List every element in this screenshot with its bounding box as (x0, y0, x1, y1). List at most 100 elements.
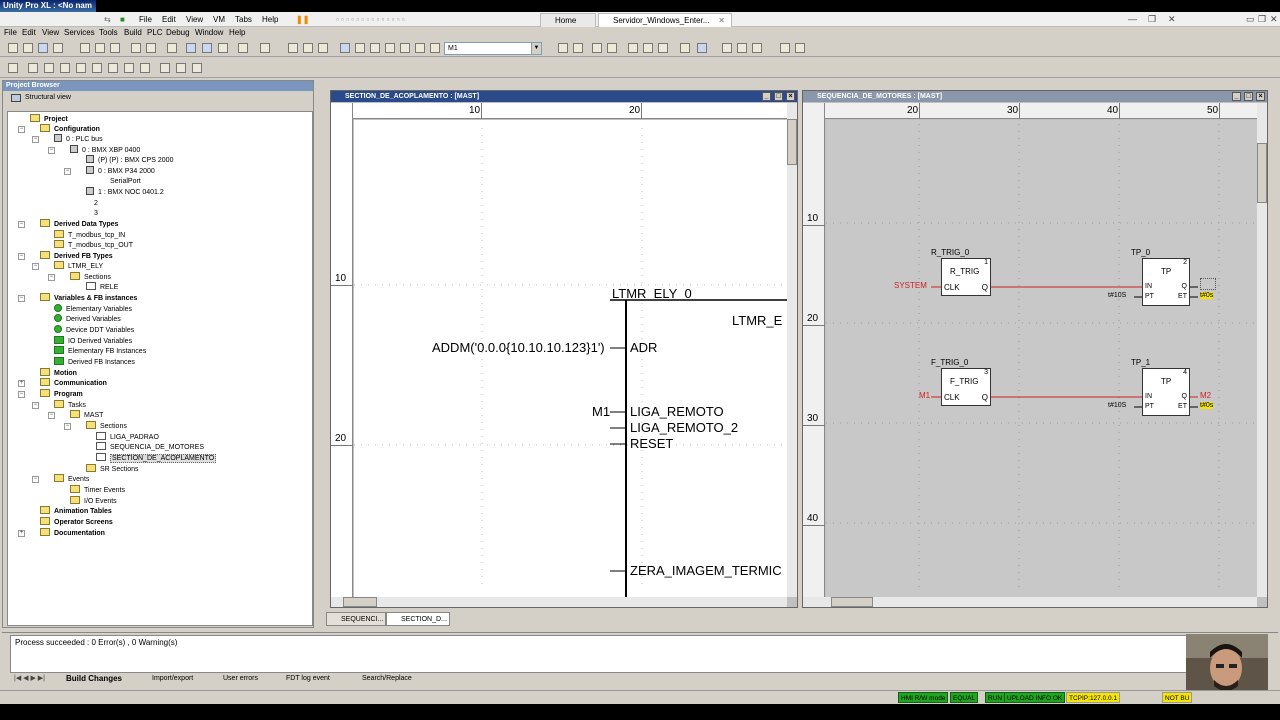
tree-node-communication[interactable]: Communication (40, 378, 107, 388)
window-maximize-icon[interactable]: □ (774, 92, 783, 101)
tree-node-mast[interactable]: MAST (70, 410, 103, 420)
restore-icon[interactable]: ❐ (1148, 12, 1156, 27)
tree-node-operator-screens[interactable]: Operator Screens (40, 517, 113, 527)
menu-edit[interactable]: Edit (22, 27, 36, 39)
menu-window[interactable]: Window (195, 27, 223, 39)
m2-variable[interactable]: M2 (1200, 391, 1211, 400)
tree-node-io-derived[interactable]: IO Derived Variables (54, 336, 132, 346)
tree-node-derived-fb[interactable]: Derived FB Instances (54, 357, 135, 367)
toolbar-icon[interactable]: ▫ ▫ ▫ ▫ ▫ ▫ ▫ ▫ ▫ ▫ ▫ ▫ ▫ ▫ (336, 12, 405, 27)
pt-value[interactable]: t#10S (1108, 292, 1126, 299)
select-icon[interactable] (8, 63, 18, 73)
paste-icon[interactable] (110, 43, 120, 53)
fbd-tool-icon[interactable] (124, 63, 134, 73)
tool-icon[interactable] (680, 43, 690, 53)
tree-node-rack[interactable]: 0 : BMX XBP 0400 (70, 145, 140, 155)
build-icon[interactable] (186, 43, 196, 53)
app-menu-file[interactable]: File (139, 12, 152, 27)
fbd-canvas[interactable]: R_TRIG_0 R_TRIG 1 CLK Q SYSTEM TP_0 TP 2… (826, 120, 1257, 597)
tab-import-export[interactable]: Import/export (152, 673, 193, 684)
transfer-icon[interactable] (260, 43, 270, 53)
fbd-canvas[interactable]: LTMR_ELY_0 LTMR_E ADDM('0.0.0{10.10.10.1… (354, 120, 787, 597)
tree-node-documentation[interactable]: Documentation (40, 528, 105, 538)
pause-icon[interactable]: ❚❚ (296, 12, 309, 27)
tree-node-modbus-in[interactable]: T_modbus_tcp_IN (54, 230, 125, 240)
block-instance-label[interactable]: R_TRIG_0 (931, 248, 969, 257)
tree-node-animation-tables[interactable]: Animation Tables (40, 506, 112, 516)
collapse-icon[interactable]: − (48, 147, 55, 154)
open-icon[interactable] (23, 43, 33, 53)
system-variable[interactable]: SYSTEM (894, 281, 927, 290)
m1-variable[interactable]: M1 (592, 404, 610, 419)
menu-services[interactable]: Services (64, 27, 95, 39)
collapse-icon[interactable]: − (48, 274, 55, 281)
scroll-thumb[interactable] (1257, 143, 1267, 203)
block-instance-label[interactable]: TP_0 (1131, 248, 1150, 257)
tool-icon[interactable] (628, 43, 638, 53)
menu-tools[interactable]: Tools (99, 27, 118, 39)
combo-arrow-icon[interactable]: ▼ (531, 43, 541, 54)
upload-icon[interactable] (238, 43, 248, 53)
fbd-tool-icon[interactable] (28, 63, 38, 73)
tool-icon[interactable] (643, 43, 653, 53)
variable-combo[interactable]: M1 ▼ (444, 42, 542, 55)
collapse-icon[interactable]: − (64, 168, 71, 175)
analyze-icon[interactable] (167, 43, 177, 53)
scroll-thumb[interactable] (831, 597, 873, 607)
menu-plc[interactable]: PLC (147, 27, 163, 39)
collapse-icon[interactable]: − (18, 295, 25, 302)
tile-icon[interactable] (737, 43, 747, 53)
window-minimize-icon[interactable]: _ (1232, 92, 1241, 101)
tree-node-elementary-variables[interactable]: Elementary Variables (54, 304, 132, 314)
fbd-tool-icon[interactable] (192, 63, 202, 73)
tool-icon[interactable] (592, 43, 602, 53)
tree-node-slot-3[interactable]: 3 (86, 208, 98, 218)
fbd-tool-icon[interactable] (108, 63, 118, 73)
menu-debug[interactable]: Debug (166, 27, 190, 39)
block-instance-label[interactable]: TP_1 (1131, 358, 1150, 367)
tree-node-elementary-fb[interactable]: Elementary FB Instances (54, 346, 146, 356)
types-icon[interactable] (400, 43, 410, 53)
collapse-icon[interactable]: − (32, 136, 39, 143)
tool-icon[interactable] (607, 43, 617, 53)
section-icon[interactable] (340, 43, 350, 53)
f-trig-block[interactable]: F_TRIG 3 CLK Q (941, 368, 991, 406)
browse-icon[interactable] (218, 43, 228, 53)
collapse-icon[interactable]: − (18, 221, 25, 228)
expand-icon[interactable]: + (18, 380, 25, 387)
tree-node-sr-sections[interactable]: SR Sections (86, 464, 139, 474)
variables-icon[interactable] (355, 43, 365, 53)
tree-node-program[interactable]: Program (40, 389, 83, 399)
app-menu-help[interactable]: Help (262, 12, 278, 27)
scroll-thumb[interactable] (343, 597, 377, 607)
cascade-icon[interactable] (722, 43, 732, 53)
app-menu-vm[interactable]: VM (213, 12, 225, 27)
undo-icon[interactable] (131, 43, 141, 53)
fb-icon[interactable] (370, 43, 380, 53)
tree-node-plc-bus[interactable]: 0 : PLC bus (54, 134, 103, 144)
fbd-tool-icon[interactable] (140, 63, 150, 73)
et-value[interactable]: t#0s (1200, 402, 1214, 409)
vertical-scrollbar[interactable] (1257, 103, 1267, 597)
tab-home[interactable]: Home (540, 13, 596, 27)
tree-node-slot-2[interactable]: 2 (86, 198, 98, 208)
tree-node-dfb-sections[interactable]: Sections (70, 272, 111, 282)
tree-node-derived-variables[interactable]: Derived Variables (54, 314, 121, 324)
tree-node-events[interactable]: Events (54, 474, 89, 484)
animation-icon[interactable] (415, 43, 425, 53)
print-icon[interactable] (53, 43, 63, 53)
menu-build[interactable]: Build (124, 27, 142, 39)
run-icon[interactable] (318, 43, 328, 53)
tree-node-motion[interactable]: Motion (40, 368, 77, 378)
tree-node-modbus-out[interactable]: T_modbus_tcp_OUT (54, 240, 133, 250)
et-value[interactable]: t#0s (1200, 292, 1214, 299)
tree-node-timer-events[interactable]: Timer Events (70, 485, 125, 495)
tree-node-device-ddt[interactable]: Device DDT Variables (54, 325, 134, 335)
tree-node-noc[interactable]: 1 : BMX NOC 0401.2 (86, 187, 164, 197)
connect-icon[interactable] (288, 43, 298, 53)
collapse-icon[interactable]: − (48, 412, 55, 419)
child-restore-icon[interactable]: ❐ (1258, 12, 1266, 27)
new-icon[interactable] (8, 43, 18, 53)
fb-instance-name[interactable]: LTMR_ELY_0 (612, 286, 692, 301)
tab-user-errors[interactable]: User errors (223, 673, 258, 684)
